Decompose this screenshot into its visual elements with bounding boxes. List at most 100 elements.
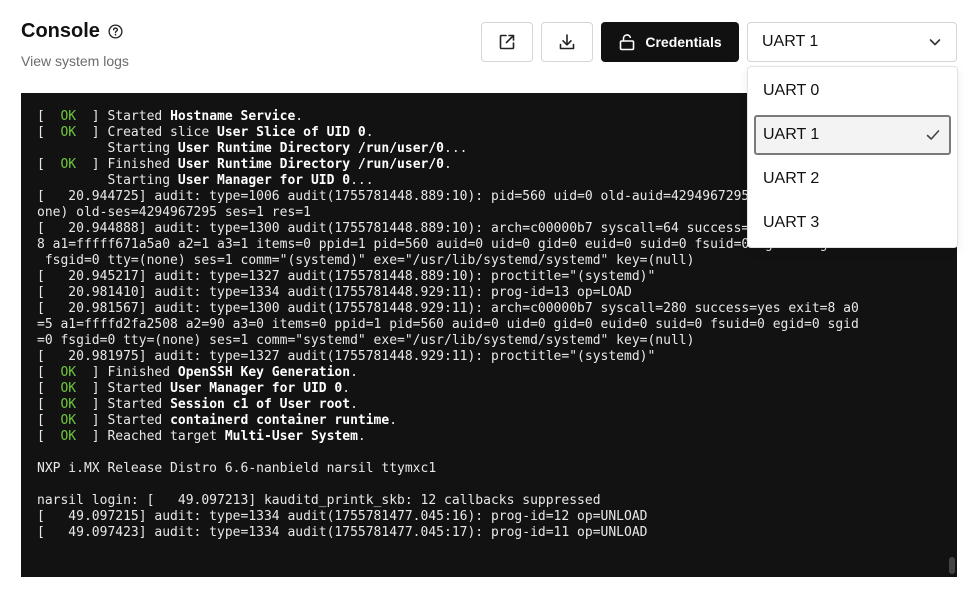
console-line: fsgid=0 tty=(none) ses=1 comm="(systemd)… xyxy=(37,253,957,269)
log-text: [ 20.981567] audit: type=1300 audit(1755… xyxy=(37,301,859,316)
log-text: ] Finished xyxy=(76,157,178,172)
log-text: NXP i.MX Release Distro 6.6-nanbield nar… xyxy=(37,461,437,476)
unlock-icon xyxy=(620,34,635,51)
unit-name: Session c1 of User root xyxy=(170,397,351,412)
dropdown-option-uart-3[interactable]: UART 3 xyxy=(754,203,951,243)
log-text: [ xyxy=(37,109,61,124)
log-text: 8 a1=fffff671a5a0 a2=1 a3=1 items=0 ppid… xyxy=(37,237,859,252)
log-text: ] Finished xyxy=(76,365,178,380)
log-text: [ xyxy=(37,381,61,396)
page-header: Console View system logs xyxy=(21,18,129,70)
console-line: [ 49.097215] audit: type=1334 audit(1755… xyxy=(37,509,957,525)
unit-name: User Manager for UID 0 xyxy=(177,173,351,188)
log-text: narsil login: [ 49.097213] kauditd_print… xyxy=(37,493,601,508)
log-text: . xyxy=(295,109,304,124)
status-ok: OK xyxy=(60,413,77,428)
log-text: [ xyxy=(37,125,61,140)
option-label: UART 0 xyxy=(763,82,820,99)
console-line: NXP i.MX Release Distro 6.6-nanbield nar… xyxy=(37,461,957,477)
log-text: [ xyxy=(37,157,61,172)
credentials-label: Credentials xyxy=(645,34,722,50)
log-text: Starting xyxy=(37,141,178,156)
log-text: [ xyxy=(37,365,61,380)
log-text: =5 a1=ffffd2fa2508 a2=90 a3=0 items=0 pp… xyxy=(37,317,859,332)
log-text: . xyxy=(350,365,358,380)
status-ok: OK xyxy=(60,157,77,172)
credentials-button[interactable]: Credentials xyxy=(601,22,739,62)
option-label: UART 3 xyxy=(763,214,820,231)
console-line: [ OK ] Finished OpenSSH Key Generation. xyxy=(37,365,957,381)
log-text: . xyxy=(357,429,366,444)
console-line: [ 20.981567] audit: type=1300 audit(1755… xyxy=(37,301,957,317)
log-text: one) old-ses=4294967295 ses=1 res=1 xyxy=(37,205,311,220)
unit-name: User Slice of UID 0 xyxy=(217,125,366,140)
console-line: =5 a1=ffffd2fa2508 a2=90 a3=0 items=0 pp… xyxy=(37,317,957,333)
log-text: Starting xyxy=(37,173,178,188)
check-icon xyxy=(926,130,940,140)
dropdown-option-uart-1[interactable]: UART 1 xyxy=(754,115,951,155)
status-ok: OK xyxy=(60,429,77,444)
log-text: [ xyxy=(37,413,61,428)
log-text: [ 20.944725] audit: type=1006 audit(1755… xyxy=(37,189,859,204)
status-ok: OK xyxy=(60,381,77,396)
log-text: ] Started xyxy=(76,109,171,124)
dropdown-option-uart-2[interactable]: UART 2 xyxy=(754,159,951,199)
scrollbar-thumb[interactable] xyxy=(949,557,955,574)
download-logs-button[interactable] xyxy=(541,22,593,62)
log-text: ] Started xyxy=(76,413,171,428)
unit-name: User Runtime Directory /run/user/0 xyxy=(177,141,444,156)
external-link-icon xyxy=(499,34,515,50)
help-circle-icon[interactable] xyxy=(108,23,123,39)
log-text: ... xyxy=(350,173,374,188)
unit-name: Multi-User System xyxy=(224,429,358,444)
log-text: [ 49.097423] audit: type=1334 audit(1755… xyxy=(37,525,648,540)
console-line: [ OK ] Reached target Multi-User System. xyxy=(37,429,957,445)
dropdown-option-uart-0[interactable]: UART 0 xyxy=(754,71,951,111)
log-text: ] Started xyxy=(76,397,171,412)
page-title: Console xyxy=(21,19,100,42)
unit-name: User Runtime Directory /run/user/0 xyxy=(177,157,444,172)
title-row: Console xyxy=(21,18,129,44)
console-line: [ 20.981975] audit: type=1327 audit(1755… xyxy=(37,349,957,365)
download-icon xyxy=(559,34,575,50)
serial-port-selected-value: UART 1 xyxy=(762,33,819,50)
unit-name: containerd container runtime xyxy=(170,413,390,428)
log-text: [ xyxy=(37,429,61,444)
log-text: . xyxy=(389,413,398,428)
log-text: [ 20.981410] audit: type=1334 audit(1755… xyxy=(37,285,632,300)
log-text: [ 20.981975] audit: type=1327 audit(1755… xyxy=(37,349,656,364)
unit-name: OpenSSH Key Generation xyxy=(177,365,351,380)
log-text: ... xyxy=(444,141,468,156)
log-text: ] Created slice xyxy=(76,125,218,140)
page-subtitle: View system logs xyxy=(21,53,129,69)
option-label: UART 1 xyxy=(763,126,820,143)
console-line: [ OK ] Started containerd container runt… xyxy=(37,413,957,429)
chevron-down-icon xyxy=(929,39,941,46)
log-text: [ xyxy=(37,397,61,412)
serial-port-select[interactable]: UART 1 xyxy=(747,22,957,62)
log-text: fsgid=0 tty=(none) ses=1 comm="(systemd)… xyxy=(37,253,695,268)
status-ok: OK xyxy=(60,365,77,380)
console-line: [ 20.981410] audit: type=1334 audit(1755… xyxy=(37,285,957,301)
log-text: . xyxy=(350,397,358,412)
log-text: ] Started xyxy=(76,381,171,396)
serial-port-dropdown-menu: UART 0 UART 1 UART 2 UART 3 xyxy=(747,66,958,248)
console-line: [ OK ] Started Session c1 of User root. xyxy=(37,397,957,413)
log-text: ] Reached target xyxy=(76,429,225,444)
console-page: Console View system logs Credentials UAR… xyxy=(0,0,977,596)
unit-name: User Manager for UID 0 xyxy=(170,381,343,396)
status-ok: OK xyxy=(60,397,77,412)
status-ok: OK xyxy=(60,125,77,140)
open-in-new-window-button[interactable] xyxy=(481,22,533,62)
log-text: =0 fsgid=0 tty=(none) ses=1 comm="system… xyxy=(37,333,695,348)
console-line: =0 fsgid=0 tty=(none) ses=1 comm="system… xyxy=(37,333,957,349)
unit-name: Hostname Service xyxy=(170,109,296,124)
console-line: narsil login: [ 49.097213] kauditd_print… xyxy=(37,493,957,509)
log-text: [ 20.945217] audit: type=1327 audit(1755… xyxy=(37,269,656,284)
option-label: UART 2 xyxy=(763,170,820,187)
status-ok: OK xyxy=(60,109,77,124)
console-line: [ 49.097423] audit: type=1334 audit(1755… xyxy=(37,525,957,541)
console-line: [ OK ] Started User Manager for UID 0. xyxy=(37,381,957,397)
